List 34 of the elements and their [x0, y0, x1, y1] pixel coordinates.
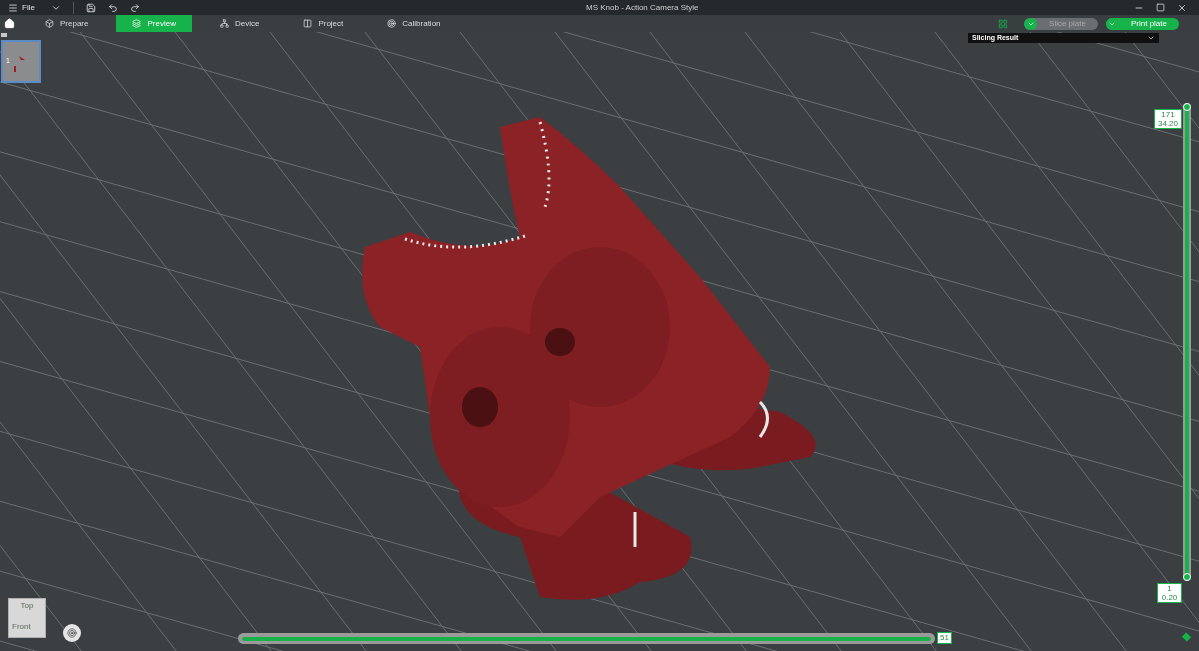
tab-icon: [219, 19, 229, 28]
tab-icon: [387, 19, 397, 28]
redo-icon[interactable]: [129, 2, 140, 13]
layer-slider-bottom-thumb[interactable]: [1183, 573, 1191, 581]
tab[interactable]: Device: [203, 15, 276, 32]
undo-icon[interactable]: [107, 2, 118, 13]
chevron-icon: [1147, 34, 1155, 42]
layers-icon[interactable]: [1181, 632, 1192, 642]
tab[interactable]: Prepare: [29, 15, 105, 32]
plate-layout-icon[interactable]: [998, 18, 1009, 29]
bottom-layer-label: 1 0.20: [1157, 583, 1182, 603]
tab[interactable]: Calibration: [371, 15, 457, 32]
cube-face-label: Front: [11, 622, 31, 633]
tab[interactable]: Project: [287, 15, 360, 32]
move-slider-track[interactable]: [238, 633, 935, 644]
move-reading: 51: [937, 632, 952, 644]
tab-icon: [132, 19, 142, 28]
maximize-icon[interactable]: [1156, 3, 1165, 12]
target-icon: [67, 628, 77, 638]
top-layer-label: 171 34.20: [1154, 109, 1182, 129]
view-cube[interactable]: Top Front: [8, 598, 46, 638]
tab-icon: [303, 19, 313, 28]
fit-view-button[interactable]: [63, 624, 81, 642]
window-title: MS Knob - Action Camera Style: [586, 1, 699, 14]
cube-face-label: Top: [20, 601, 34, 610]
tab-icon: [45, 19, 54, 28]
save-icon[interactable]: [85, 2, 96, 13]
layer-slider-top-thumb[interactable]: [1183, 103, 1191, 111]
plate-tag-icon: [1, 33, 7, 37]
menu-icon: [8, 2, 18, 13]
file-menu[interactable]: File: [4, 1, 39, 14]
home-icon[interactable]: [4, 18, 15, 29]
layer-slider-track[interactable]: [1183, 103, 1191, 581]
close-icon[interactable]: [1177, 2, 1187, 13]
